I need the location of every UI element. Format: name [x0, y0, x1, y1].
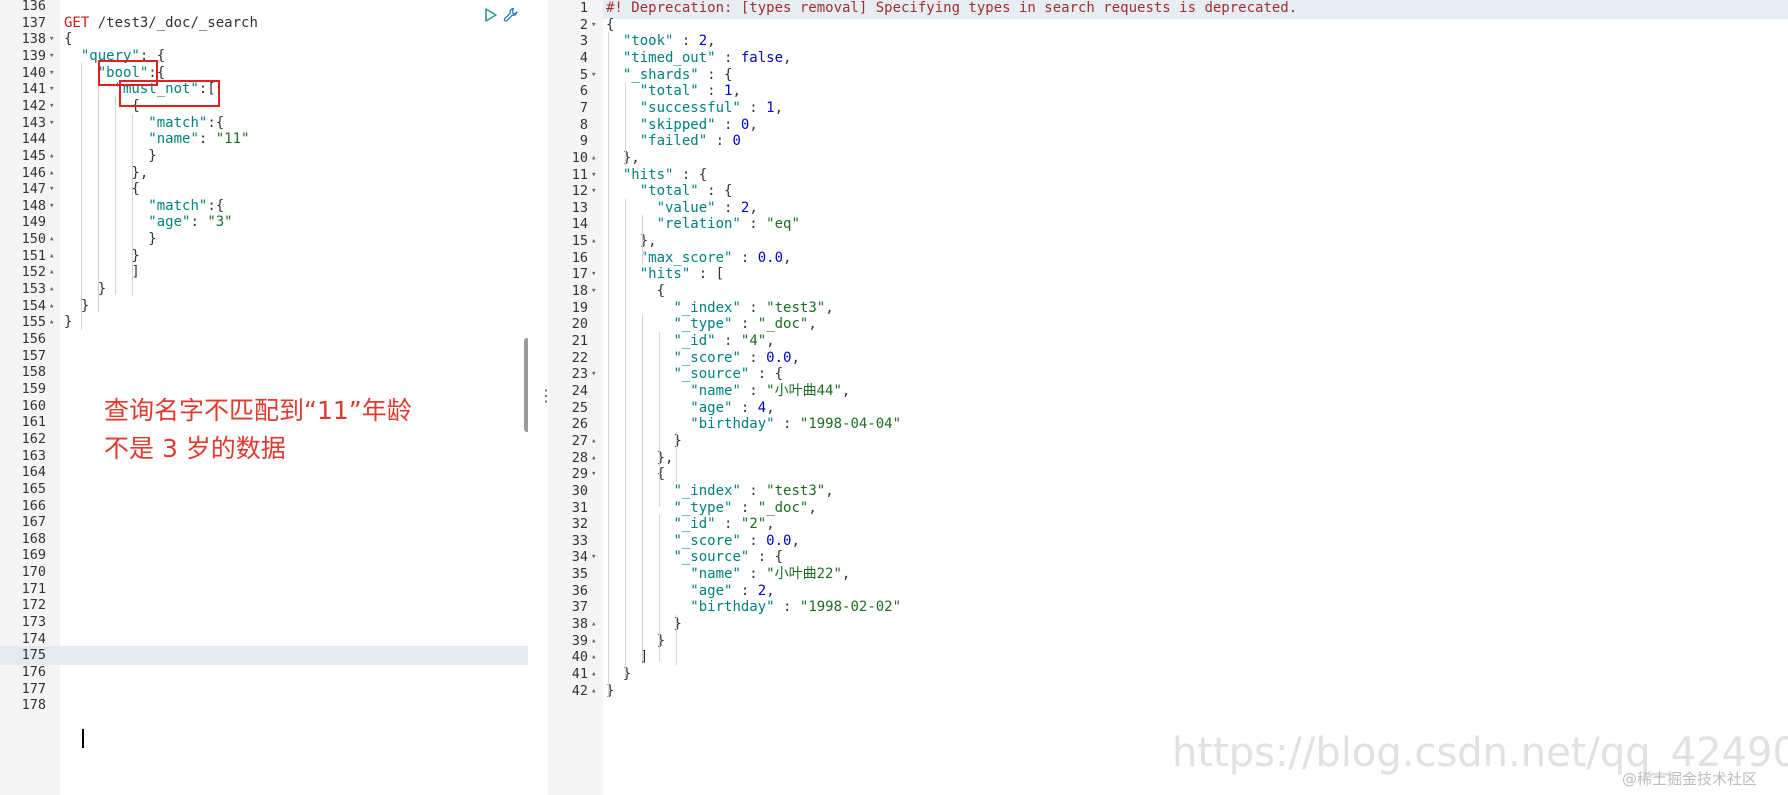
indent-guide [98, 80, 99, 312]
response-viewer: 1 #! Deprecation: [types removal] Specify… [548, 0, 1788, 795]
indent-guide [659, 332, 660, 507]
indent-guide [608, 32, 609, 697]
indent-guide [625, 82, 626, 167]
indent-guide [642, 315, 643, 661]
indent-guide [659, 515, 660, 661]
indent-guide [642, 215, 643, 265]
text-cursor [82, 729, 84, 748]
indent-guide [625, 199, 626, 679]
indent-guide [115, 97, 116, 295]
indent-guide [81, 63, 82, 330]
indent-guide [676, 615, 677, 665]
annotation-text: 查询名字不匹配到“11”年龄 不是 3 岁的数据 [104, 396, 412, 463]
juejin-watermark: @稀土掘金技术社区 [1622, 770, 1758, 788]
fold-close-icon[interactable]: ▴ [591, 682, 596, 701]
must-not-highlight-box [119, 80, 220, 107]
play-triangle-icon[interactable] [484, 7, 498, 23]
editor-line[interactable]: 178 [0, 696, 528, 715]
line-number: 178 [21, 697, 46, 714]
request-editor[interactable]: 136 137 GET /test3/_doc/_search 138 ▾{139 ▾ "… [0, 0, 528, 795]
indent-guide [132, 114, 133, 296]
line-number: 42 [571, 682, 588, 699]
indent-guide [676, 432, 677, 482]
editor-line[interactable]: 42 ▴} [548, 682, 1788, 701]
wrench-icon[interactable] [502, 6, 520, 24]
